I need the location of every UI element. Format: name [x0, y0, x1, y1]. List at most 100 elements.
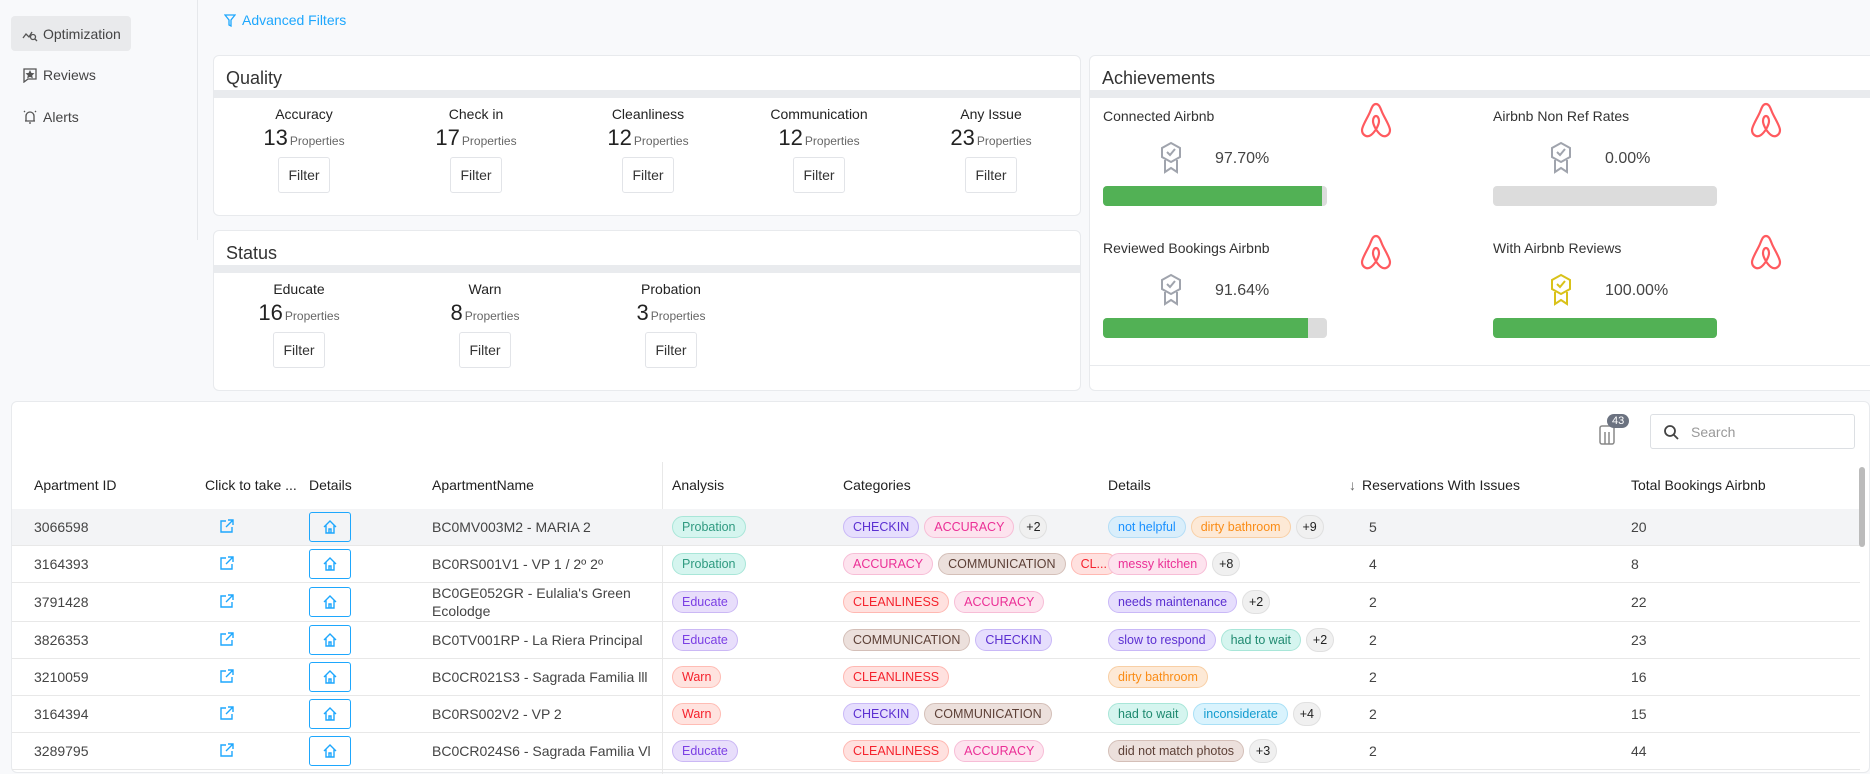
table-row[interactable]: 3210059 BC0CR021S3 - Sagrada Familia lll W… [12, 659, 1860, 696]
tag: Warn [672, 666, 722, 688]
apartment-id: 3826353 [34, 632, 89, 648]
tag: CLEANLINESS [843, 666, 950, 688]
categories-cell: CLEANLINESS ACCURACY [843, 733, 1049, 769]
advanced-filters-label: Advanced Filters [242, 12, 347, 28]
more-count-badge[interactable]: +2 [1306, 628, 1335, 652]
sidebar: Optimization Reviews Alerts [0, 0, 198, 240]
apartment-name: BC0CR021S3 - Sagrada Familia lll [432, 669, 648, 685]
tag: CLEANLINESS [843, 740, 950, 762]
details-cell [309, 733, 351, 769]
filter-button[interactable]: Filter [273, 332, 325, 368]
more-count-badge[interactable]: +4 [1292, 702, 1321, 726]
external-link-icon[interactable] [219, 705, 235, 724]
count-value: 13 [263, 125, 288, 150]
reservations-with-issues: 2 [1369, 669, 1377, 685]
details-button[interactable] [309, 736, 351, 766]
columns-button[interactable]: 43 [1598, 414, 1630, 446]
column-header-7[interactable]: ↓ Reservations With Issues [1349, 477, 1520, 493]
sidebar-item-reviews[interactable]: Reviews [11, 57, 131, 92]
apartment-name-cell: BC0CR021S3 - Sagrada Familia lll [432, 659, 652, 695]
external-link-icon[interactable] [219, 668, 235, 687]
external-link-icon[interactable] [219, 593, 235, 612]
achievement-label: Reviewed Bookings Airbnb [1103, 240, 1270, 256]
table-row[interactable]: 3066598 BC0MV003M2 - MARIA 2 Probation CHEC… [12, 509, 1860, 546]
tag: COMMUNICATION [924, 703, 1052, 725]
filter-button[interactable]: Filter [278, 157, 330, 193]
more-count-badge[interactable]: +9 [1295, 515, 1324, 539]
more-count-badge[interactable]: +2 [1242, 590, 1271, 614]
apartment-name-cell: BC0GE052GR - Eulalia's Green Ecolodge [432, 583, 652, 621]
open-link-cell [219, 509, 235, 545]
achievement-airbnb-non-ref-rates: Airbnb Non Ref Rates 0.00% [1493, 102, 1823, 228]
column-header-label: Details [1108, 477, 1151, 493]
tag: needs maintenance [1108, 591, 1238, 613]
table-row[interactable]: 3164394 BC0RS002V2 - VP 2 Warn CHECKIN COMMU… [12, 696, 1860, 733]
advanced-filters-link[interactable]: Advanced Filters [224, 12, 346, 28]
filter-button[interactable]: Filter [793, 157, 845, 193]
filter-button[interactable]: Filter [645, 332, 697, 368]
column-header-8[interactable]: Total Bookings Airbnb [1631, 477, 1766, 493]
more-count-badge[interactable]: +3 [1249, 739, 1278, 763]
details-button[interactable] [309, 587, 351, 617]
reservations-cell: 5 [1369, 509, 1377, 545]
table-row[interactable]: 3791428 BC0GE052GR - Eulalia's Green Ecol… [12, 583, 1860, 622]
more-count-badge[interactable]: +2 [1019, 515, 1048, 539]
open-link-cell [219, 583, 235, 621]
filter-button[interactable]: Filter [622, 157, 674, 193]
home-icon [323, 595, 337, 609]
categories-cell: CHECKIN ACCURACY +2 [843, 509, 1048, 545]
tag: slow to respond [1108, 629, 1216, 651]
sort-descending-icon[interactable]: ↓ [1349, 477, 1356, 493]
reservations-cell: 2 [1369, 733, 1377, 769]
external-link-icon[interactable] [219, 555, 235, 574]
reservations-with-issues: 2 [1369, 594, 1377, 610]
details-button[interactable] [309, 512, 351, 542]
filter-button[interactable]: Filter [459, 332, 511, 368]
details-button[interactable] [309, 625, 351, 655]
count-unit: Properties [464, 309, 520, 323]
search-input[interactable]: Search [1650, 414, 1855, 449]
stat-warn: Warn 8 Properties Filter [405, 281, 565, 368]
stat-label: Cleanliness [611, 106, 685, 122]
apartment-id-cell: 3289795 [34, 733, 89, 769]
count-unit: Properties [284, 309, 340, 323]
table-row[interactable]: 3289795 BC0CR024S6 - Sagrada Familia Vl Ed… [12, 733, 1860, 770]
categories-cell: CLEANLINESS [843, 659, 954, 695]
column-header-5[interactable]: Categories [843, 477, 911, 493]
stat-communication: Communication 12 Properties Filter [739, 106, 899, 193]
external-link-icon[interactable] [219, 518, 235, 537]
count-value: 12 [778, 125, 803, 150]
total-bookings-cell: 8 [1631, 546, 1639, 582]
details-button[interactable] [309, 662, 351, 692]
issue-details-cell: slow to respond had to wait +2 [1108, 622, 1335, 658]
details-button[interactable] [309, 549, 351, 579]
sidebar-item-alerts[interactable]: Alerts [11, 99, 131, 134]
column-header-0[interactable]: Apartment ID [34, 477, 116, 493]
column-header-2[interactable]: Details [309, 477, 352, 493]
column-header-6[interactable]: Details [1108, 477, 1151, 493]
issue-details-cell: not helpful dirty bathroom +9 [1108, 509, 1324, 545]
apartment-name: BC0MV003M2 - MARIA 2 [432, 519, 591, 535]
filter-button[interactable]: Filter [450, 157, 502, 193]
column-header-4[interactable]: Analysis [672, 477, 724, 493]
sidebar-item-optimization[interactable]: Optimization [11, 16, 131, 51]
achievement-label: Airbnb Non Ref Rates [1493, 108, 1630, 124]
count-unit: Properties [633, 134, 689, 148]
more-count-badge[interactable]: +8 [1212, 552, 1241, 576]
column-header-label: Details [309, 477, 352, 493]
filter-icon [224, 13, 236, 27]
total-bookings-cell: 15 [1631, 696, 1647, 732]
external-link-icon[interactable] [219, 631, 235, 650]
column-header-1[interactable]: Click to take ... [205, 477, 297, 493]
scrollbar[interactable] [1859, 457, 1865, 773]
apartment-id: 3289795 [34, 743, 89, 759]
table-row[interactable]: 3826353 BC0TV001RP - La Riera Principal Ed… [12, 622, 1860, 659]
table-row[interactable]: 3164393 BC0RS001V1 - VP 1 / 2º 2º Probatio… [12, 546, 1860, 583]
filter-button[interactable]: Filter [965, 157, 1017, 193]
scrollbar-thumb[interactable] [1859, 467, 1865, 547]
details-button[interactable] [309, 699, 351, 729]
column-header-3[interactable]: ApartmentName [432, 477, 534, 493]
count-value: 17 [435, 125, 460, 150]
tag: did not match photos [1108, 740, 1245, 762]
external-link-icon[interactable] [219, 742, 235, 761]
